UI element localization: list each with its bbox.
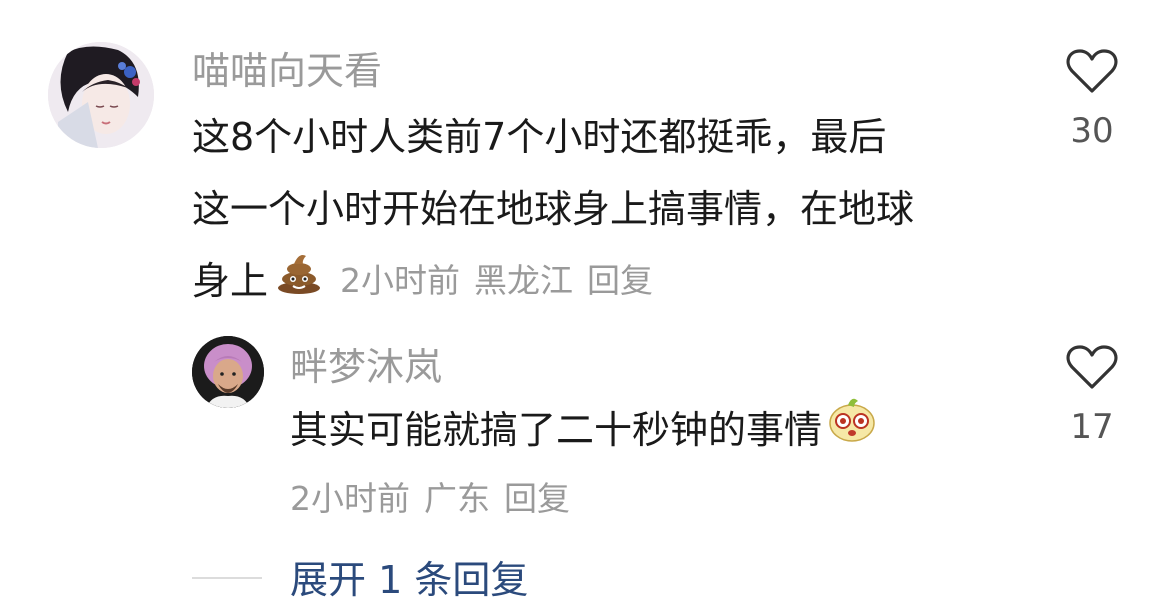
comment-text: 这8个小时人类前7个小时还都挺乖，最后 这一个小时开始在地球身上搞事情，在地球 …: [192, 101, 914, 317]
comment-text-line: 这8个小时人类前7个小时还都挺乖，最后: [192, 115, 887, 159]
comment-time: 2小时前: [340, 261, 461, 300]
comment-text-line: 其实可能就搞了二十秒钟的事情: [290, 407, 823, 452]
like-button[interactable]: 17: [1062, 344, 1122, 444]
divider: [192, 577, 262, 579]
comment-location: 广东: [424, 479, 490, 518]
like-count: 17: [1070, 407, 1114, 447]
poop-emoji-icon: [276, 245, 322, 317]
comment-text-line: 身上 2小时前 黑龙江 回复: [192, 245, 914, 317]
dizzy-face-emoji-icon: [826, 393, 878, 466]
like-count: 30: [1070, 111, 1114, 151]
heart-icon: [1066, 49, 1118, 93]
heart-icon: [1066, 345, 1118, 389]
comment-time: 2小时前: [290, 479, 410, 518]
comment-text-line-end: 身上: [192, 259, 269, 303]
avatar[interactable]: [48, 42, 154, 148]
reply-button[interactable]: 回复: [587, 261, 653, 300]
username[interactable]: 喵喵向天看: [192, 52, 382, 90]
reply-button[interactable]: 回复: [504, 479, 570, 518]
comment-text-line: 这一个小时开始在地球身上搞事情，在地球: [192, 187, 915, 231]
comment-location: 黑龙江: [474, 261, 574, 300]
username[interactable]: 畔梦沐岚: [290, 348, 442, 386]
avatar[interactable]: [192, 336, 264, 408]
expand-replies-button[interactable]: 展开 1 条回复: [290, 558, 528, 602]
comment-text: 其实可能就搞了二十秒钟的事情: [290, 393, 878, 466]
comment-meta: 2小时前 广东 回复: [290, 479, 584, 519]
comment-meta: 2小时前 黑龙江 回复: [340, 245, 667, 317]
like-button[interactable]: 30: [1062, 48, 1122, 148]
